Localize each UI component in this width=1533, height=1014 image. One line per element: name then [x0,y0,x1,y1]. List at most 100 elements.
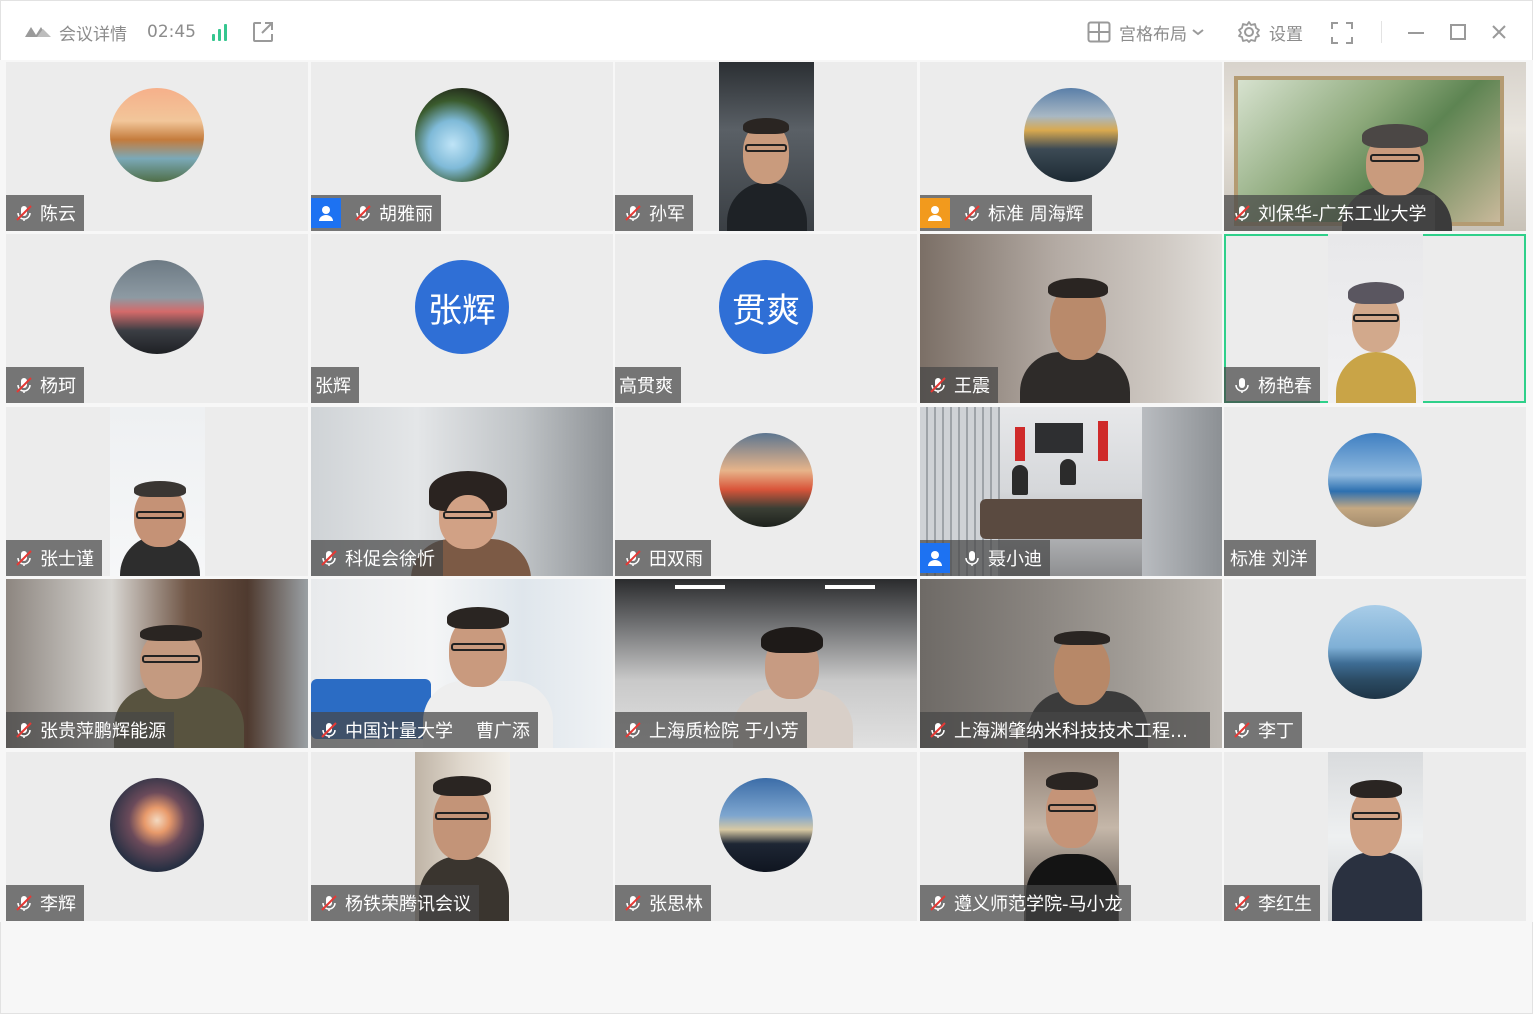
participant-tile[interactable]: 遵义师范学院-马小龙 [920,752,1222,921]
participant-tile[interactable]: 贯爽 高贯爽 [615,234,917,403]
participant-name: 李辉 [40,894,76,915]
titlebar-divider [1381,21,1382,43]
signal-icon[interactable] [212,23,227,41]
participant-tile[interactable]: 张贵萍鹏辉能源 [6,579,308,748]
settings-button[interactable]: 设置 [1237,20,1303,45]
chevron-down-icon [1192,29,1204,36]
participant-video [1328,752,1423,921]
participant-name: 胡雅丽 [379,204,433,225]
participant-tile[interactable]: 陈云 [6,62,308,231]
participant-tile[interactable]: 杨铁荣腾讯会议 [311,752,613,921]
participant-name: 陈云 [40,204,76,225]
mic-muted-icon [321,895,337,911]
gear-icon [1238,21,1260,43]
participant-name: 孙军 [649,204,685,225]
participant-label: 孙军 [615,195,693,231]
mic-muted-icon [16,550,32,566]
user-badge-icon [920,198,950,228]
participant-tile[interactable]: 聂小迪 [920,407,1222,576]
participant-name: 田双雨 [649,549,703,570]
participant-tile[interactable]: 张思林 [615,752,917,921]
participant-label: 中国计量大学 曹广添 [311,712,538,748]
participant-tile[interactable]: 刘保华-广东工业大学 [1224,62,1526,231]
mic-icon [1235,378,1249,393]
mic-muted-icon [16,205,32,221]
participant-label: 李丁 [1224,712,1302,748]
empty-bottom-area [0,922,1533,1014]
mic-muted-icon [625,550,641,566]
participant-name: 上海质检院 于小芳 [649,721,799,742]
participant-avatar [719,778,813,872]
participant-tile[interactable]: 李红生 [1224,752,1526,921]
participant-avatar [1024,88,1118,182]
participant-name: 李红生 [1258,894,1312,915]
participant-name: 张士谨 [40,549,94,570]
mic-muted-icon [930,722,946,738]
participant-tile[interactable]: 田双雨 [615,407,917,576]
participant-label: 上海质检院 于小芳 [615,712,807,748]
participant-avatar [110,778,204,872]
grid-layout-label: 宫格布局 [1119,24,1187,45]
mic-muted-icon [930,377,946,393]
participant-tile[interactable]: 标准 刘洋 [1224,407,1526,576]
settings-label: 设置 [1269,24,1303,45]
participant-avatar [1328,433,1422,527]
title-bar: 会议详情 02:45 宫格布局 设置 [0,0,1533,60]
participant-tile[interactable]: 胡雅丽 [311,62,613,231]
grid-layout-button[interactable]: 宫格布局 [1087,20,1205,45]
participant-label: 陈云 [6,195,84,231]
participant-name: 聂小迪 [988,549,1042,570]
participant-video [719,62,814,231]
participant-tile[interactable]: 标准 周海辉 [920,62,1222,231]
mic-muted-icon [355,205,371,221]
participant-tile[interactable]: 张士谨 [6,407,308,576]
participant-tile[interactable]: 上海质检院 于小芳 [615,579,917,748]
fullscreen-icon[interactable] [1330,21,1354,45]
participant-label: 王震 [920,367,998,403]
participant-label: 聂小迪 [920,540,1050,576]
participant-text-avatar: 贯爽 [719,260,813,354]
grid-layout-icon [1087,21,1111,43]
participant-label: 李红生 [1224,885,1320,921]
participant-name: 科促会徐忻 [345,549,435,570]
participant-tile[interactable]: 张辉 张辉 [311,234,613,403]
mic-muted-icon [1234,895,1250,911]
participant-tile[interactable]: 李丁 [1224,579,1526,748]
participant-name: 张辉 [315,376,351,397]
participant-label: 标准 周海辉 [920,195,1092,231]
participant-label: 杨艳春 [1224,367,1320,403]
participant-label: 杨珂 [6,367,84,403]
tencent-meeting-logo-icon [25,27,51,37]
close-icon[interactable] [1490,23,1508,41]
participant-tile[interactable]: 杨珂 [6,234,308,403]
participant-label: 刘保华-广东工业大学 [1224,195,1435,231]
participant-label: 李辉 [6,885,84,921]
participant-label: 胡雅丽 [311,195,441,231]
participant-name: 杨艳春 [1258,376,1312,397]
participant-avatar [110,260,204,354]
maximize-icon[interactable] [1449,23,1467,41]
participant-tile-active-speaker[interactable]: 杨艳春 [1224,234,1526,403]
participant-label: 张士谨 [6,540,102,576]
participant-label: 张思林 [615,885,711,921]
participant-label: 张贵萍鹏辉能源 [6,712,174,748]
minimize-icon[interactable] [1406,23,1426,43]
participant-label: 杨铁荣腾讯会议 [311,885,479,921]
participant-video [1328,234,1423,403]
meeting-details-link[interactable]: 会议详情 [59,20,127,45]
participant-tile[interactable]: 中国计量大学 曹广添 [311,579,613,748]
participant-tile[interactable]: 科促会徐忻 [311,407,613,576]
participant-tile[interactable]: 王震 [920,234,1222,403]
participant-tile[interactable]: 李辉 [6,752,308,921]
participant-name: 中国计量大学 曹广添 [345,721,530,742]
participant-text-avatar: 张辉 [415,260,509,354]
external-link-icon[interactable] [251,20,275,44]
participant-name: 王震 [954,376,990,397]
participant-tile[interactable]: 上海渊肇纳米科技技术工程师... [920,579,1222,748]
participant-name: 张思林 [649,894,703,915]
participant-tile[interactable]: 孙军 [615,62,917,231]
mic-muted-icon [16,377,32,393]
participant-name: 杨铁荣腾讯会议 [345,894,471,915]
participant-label: 标准 刘洋 [1224,540,1316,576]
mic-muted-icon [16,895,32,911]
